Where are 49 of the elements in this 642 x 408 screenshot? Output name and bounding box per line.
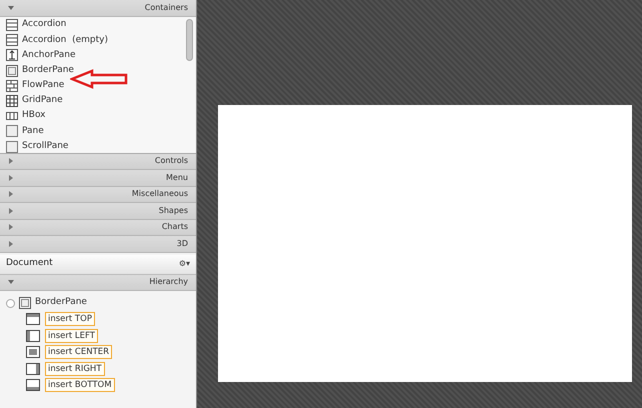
library-item[interactable]: Accordion xyxy=(22,18,66,32)
collapse-toggle-icon[interactable] xyxy=(6,298,15,308)
left-region-icon xyxy=(26,330,40,342)
settings-menu-button[interactable]: ⚙▾ xyxy=(178,258,190,270)
library-item[interactable]: ScrollPane xyxy=(22,140,68,152)
expand-triangle-icon[interactable] xyxy=(8,174,14,181)
collapse-triangle-icon[interactable] xyxy=(8,279,14,286)
expand-triangle-icon[interactable] xyxy=(8,208,14,214)
insert-slot[interactable]: insert LEFT xyxy=(45,328,98,343)
section-header[interactable]: Controls xyxy=(0,154,196,170)
expand-triangle-icon[interactable] xyxy=(8,224,14,230)
center-region-icon xyxy=(26,346,40,358)
library-item[interactable]: AnchorPane xyxy=(22,48,76,62)
section-header[interactable]: Miscellaneous xyxy=(0,186,196,203)
hbox-icon xyxy=(6,110,18,122)
bottom-region-icon xyxy=(26,379,40,392)
tree-item[interactable]: BorderPane xyxy=(35,296,87,310)
border-pane-icon xyxy=(19,297,31,309)
anchor-pane-icon xyxy=(6,49,18,62)
expand-triangle-icon[interactable] xyxy=(8,158,14,164)
collapse-triangle-icon[interactable] xyxy=(8,4,14,11)
accordion-icon xyxy=(6,34,18,46)
library-item[interactable]: HBox xyxy=(22,109,46,123)
library-item[interactable]: Accordion (empty) xyxy=(22,34,108,48)
library-item[interactable]: BorderPane xyxy=(22,64,74,78)
section-header[interactable]: Shapes xyxy=(0,203,196,220)
document-title: Document xyxy=(6,257,53,270)
expand-triangle-icon[interactable] xyxy=(8,191,14,198)
library-item[interactable]: FlowPane xyxy=(22,79,64,93)
section-header[interactable]: Hierarchy xyxy=(0,274,196,291)
section-header[interactable]: Containers xyxy=(0,0,196,16)
top-region-icon xyxy=(26,313,40,326)
insert-slot[interactable]: insert RIGHT xyxy=(45,362,105,376)
pane-icon xyxy=(6,125,18,138)
scrollbar-thumb[interactable] xyxy=(186,18,193,60)
section-header[interactable]: Menu xyxy=(0,170,196,186)
insert-slot[interactable]: insert TOP xyxy=(45,312,95,326)
library-item[interactable]: Pane xyxy=(22,124,44,138)
expand-triangle-icon[interactable] xyxy=(8,240,14,247)
section-header[interactable]: 3D xyxy=(0,236,196,252)
border-pane-icon xyxy=(6,64,18,77)
insert-slot[interactable]: insert CENTER xyxy=(45,345,112,360)
section-header[interactable]: Charts xyxy=(0,220,196,236)
flow-pane-icon xyxy=(6,80,18,92)
insert-slot[interactable]: insert BOTTOM xyxy=(45,378,115,392)
grid-icon xyxy=(6,95,18,108)
accordion-icon xyxy=(6,19,18,32)
library-item[interactable]: GridPane xyxy=(22,94,63,108)
right-region-icon xyxy=(26,362,40,375)
